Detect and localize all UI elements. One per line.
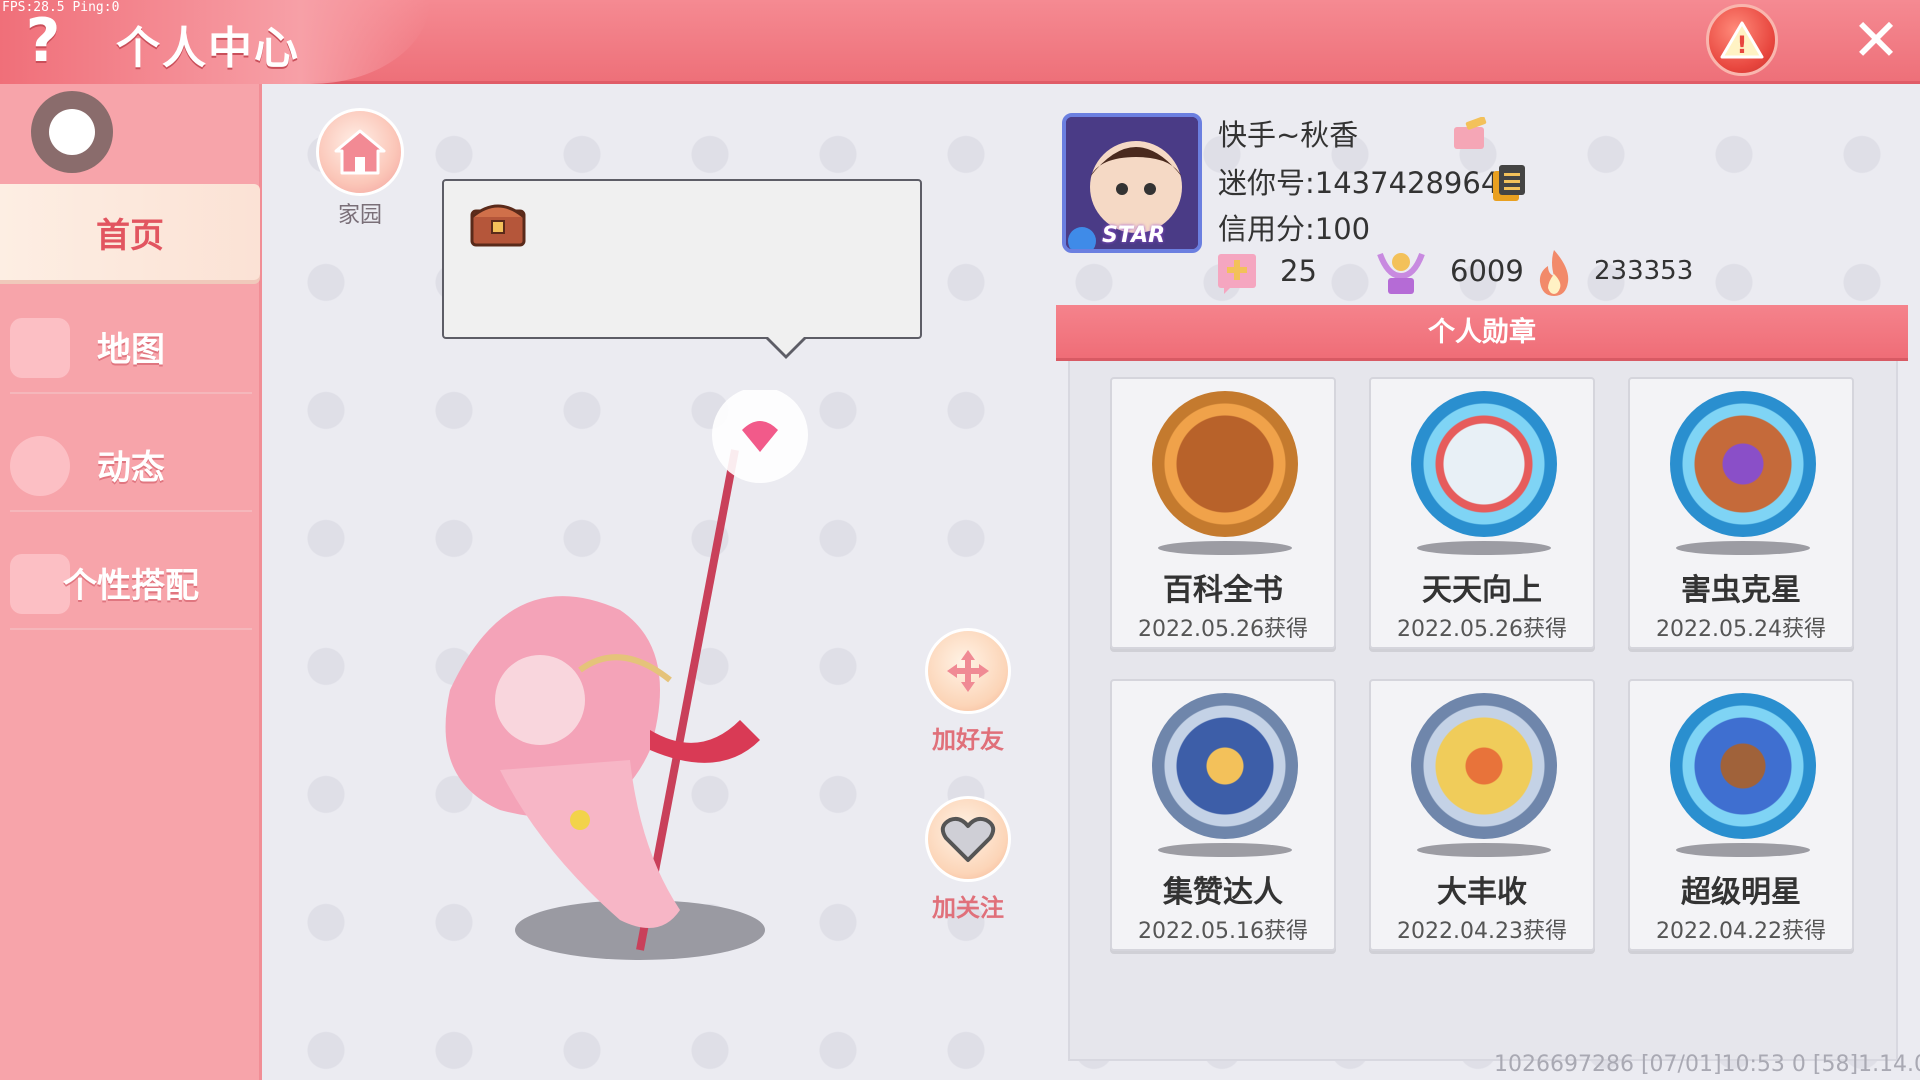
thumbs-up-medal-icon	[1152, 693, 1298, 839]
medal-date: 2022.05.24获得	[1656, 617, 1826, 642]
harvest-medal-icon	[1411, 693, 1557, 839]
heart-icon	[940, 816, 996, 862]
like-card-icon	[1218, 254, 1256, 294]
bell-icon	[10, 436, 70, 496]
trophy-count: 6009	[1450, 254, 1524, 288]
divider	[10, 510, 252, 512]
medal-section-title: 个人勋章	[1056, 305, 1908, 361]
medal-date: 2022.04.23获得	[1397, 919, 1567, 944]
medal-date: 2022.05.26获得	[1138, 617, 1308, 642]
medal-card[interactable]: 天天向上 2022.05.26获得	[1369, 377, 1595, 649]
player-character	[445, 390, 808, 960]
map-icon	[10, 318, 70, 378]
superstar-medal-icon	[1670, 693, 1816, 839]
follow-button[interactable]	[925, 796, 1011, 882]
close-button[interactable]: ✕	[1846, 10, 1906, 70]
medal-name: 超级明星	[1681, 875, 1801, 910]
player-name: 快手~秋香	[1218, 118, 1359, 152]
edit-icon[interactable]	[1452, 117, 1490, 151]
top-bar: FPS:28.5 Ping:0 ? 个人中心 ! ✕	[0, 0, 1920, 84]
sidebar-item-home[interactable]: 首页	[0, 184, 260, 280]
medal-date: 2022.05.26获得	[1397, 617, 1567, 642]
sidebar-item-label: 个性搭配	[63, 565, 199, 606]
add-friend-label: 加好友	[932, 726, 1004, 754]
medal-name: 天天向上	[1422, 573, 1542, 608]
medal-card[interactable]: 百科全书 2022.05.26获得	[1110, 377, 1336, 649]
outfit-icon	[10, 554, 70, 614]
star-badge: STAR	[1102, 223, 1166, 248]
medal-date: 2022.04.22获得	[1656, 919, 1826, 944]
bug-medal-icon	[1670, 391, 1816, 537]
sidebar-item-label: 首页	[96, 215, 164, 256]
credit-score: 信用分:100	[1218, 212, 1371, 246]
medal-shadow	[1158, 541, 1292, 555]
sidebar-item-feed[interactable]: 动态	[0, 416, 262, 512]
page-title: 个人中心	[116, 23, 300, 74]
medal-name: 集赞达人	[1163, 875, 1283, 910]
report-button[interactable]: !	[1706, 4, 1778, 76]
medal-date: 2022.05.16获得	[1138, 919, 1308, 944]
sidebar-avatar[interactable]	[31, 91, 113, 173]
bubble-tail-fill	[766, 335, 806, 355]
medal-card[interactable]: 超级明星 2022.04.22获得	[1628, 679, 1854, 951]
medal-shadow	[1417, 843, 1551, 857]
medal-name: 害虫克星	[1681, 573, 1801, 608]
mini-id: 迷你号:1437428964	[1218, 166, 1500, 200]
speech-bubble	[442, 179, 922, 359]
medal-card[interactable]: 集赞达人 2022.05.16获得	[1110, 679, 1336, 951]
medal-card[interactable]: 害虫克星 2022.05.24获得	[1628, 377, 1854, 649]
home-button[interactable]	[316, 108, 404, 196]
medal-shadow	[1676, 843, 1810, 857]
chest-icon[interactable]	[468, 195, 528, 249]
popularity-count: 233353	[1594, 256, 1694, 286]
sidebar-item-map[interactable]: 地图	[0, 298, 262, 394]
likes-count: 25	[1280, 254, 1317, 288]
sidebar-item-outfit[interactable]: 个性搭配	[0, 534, 262, 630]
version-footer: 1026697286 [07/01]10:53 0 [58]1.14.0	[1494, 1052, 1920, 1077]
medal-shadow	[1417, 541, 1551, 555]
sidebar-item-label: 地图	[97, 329, 165, 370]
encyclopedia-medal-icon	[1152, 391, 1298, 537]
calendar-medal-icon	[1411, 391, 1557, 537]
sidebar-item-label: 动态	[97, 447, 165, 488]
add-friend-button[interactable]	[925, 628, 1011, 714]
warning-mark: !	[1737, 31, 1748, 59]
move-arrows-icon	[947, 650, 989, 692]
house-icon	[334, 129, 386, 175]
trophy-icon	[1377, 252, 1425, 294]
medal-name: 大丰收	[1437, 875, 1527, 910]
medal-name: 百科全书	[1163, 573, 1283, 608]
avatar-inner	[49, 109, 95, 155]
medal-shadow	[1676, 541, 1810, 555]
medal-card[interactable]: 大丰收 2022.04.23获得	[1369, 679, 1595, 951]
flame-icon	[1539, 250, 1569, 296]
divider	[10, 392, 252, 394]
help-button[interactable]: ?	[18, 6, 68, 76]
home-label: 家园	[337, 203, 382, 228]
warning-icon: !	[1720, 21, 1764, 59]
medal-shadow	[1158, 843, 1292, 857]
follow-label: 加关注	[932, 894, 1004, 922]
copy-icon[interactable]	[1491, 163, 1529, 203]
divider	[10, 628, 252, 630]
